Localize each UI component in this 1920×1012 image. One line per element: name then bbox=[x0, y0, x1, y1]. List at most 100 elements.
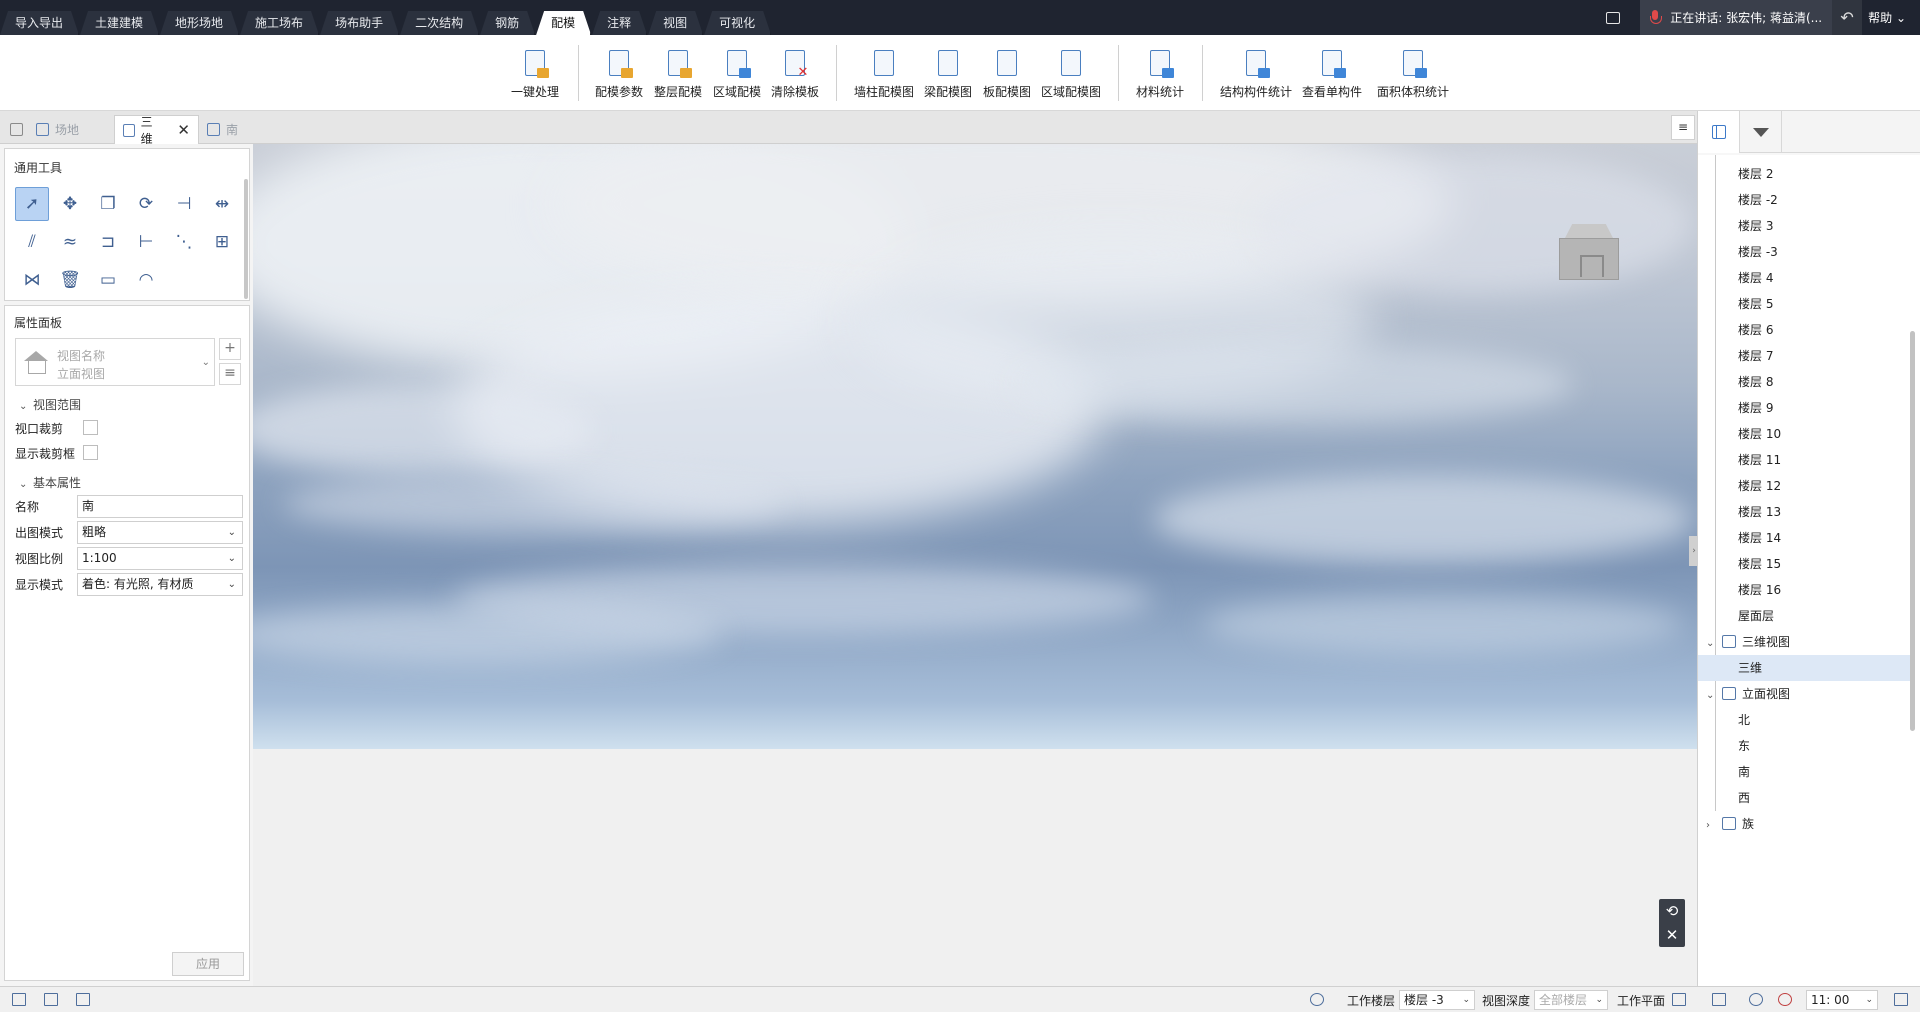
grid-icon[interactable] bbox=[44, 993, 58, 1006]
ribbon-wall-column-drawing-button[interactable]: 墙柱配模图 bbox=[854, 49, 914, 100]
tree-item-floor[interactable]: 楼层 -3 bbox=[1698, 239, 1906, 265]
tree-item-elevation[interactable]: 西 bbox=[1698, 785, 1906, 811]
tree-group-3d-views[interactable]: ⌄ 三维视图 bbox=[1698, 629, 1906, 655]
menu-tab-rebar[interactable]: 钢筋 bbox=[480, 11, 535, 35]
view-type-selector[interactable]: 视图名称 立面视图 ⌄ bbox=[15, 338, 215, 386]
tab-site[interactable]: 场地 bbox=[28, 115, 116, 144]
add-icon[interactable]: + bbox=[219, 338, 241, 360]
tree-item-floor[interactable]: 楼层 12 bbox=[1698, 473, 1906, 499]
work-floor-select[interactable]: 楼层 -3 ⌄ bbox=[1399, 990, 1475, 1010]
show-crop-checkbox[interactable] bbox=[83, 445, 98, 460]
menu-tab-layout-assistant[interactable]: 场布助手 bbox=[320, 11, 399, 35]
list-icon[interactable]: ≡ bbox=[219, 363, 241, 385]
name-field[interactable]: 南 bbox=[77, 495, 243, 518]
tiles-icon[interactable] bbox=[76, 993, 90, 1006]
view-depth-select[interactable]: 全部楼层 ⌄ bbox=[1534, 990, 1608, 1010]
panel-toggle-button[interactable] bbox=[1698, 111, 1740, 153]
tree-item-elevation[interactable]: 东 bbox=[1698, 733, 1906, 759]
trim-icon[interactable]: ⊐ bbox=[91, 225, 125, 259]
ribbon-beam-drawing-button[interactable]: 梁配模图 bbox=[924, 49, 972, 100]
tree-item-3d[interactable]: 三维 bbox=[1698, 655, 1910, 681]
group-basic-properties[interactable]: ⌄ 基本属性 bbox=[19, 474, 81, 491]
ribbon-area-volume-button[interactable]: 面积体积统计 bbox=[1377, 49, 1449, 100]
tree-item-floor[interactable]: 楼层 8 bbox=[1698, 369, 1906, 395]
ribbon-structure-stats-button[interactable]: 结构构件统计 bbox=[1220, 49, 1292, 100]
stretch-icon[interactable]: ≈ bbox=[53, 225, 87, 259]
ribbon-view-component-button[interactable]: 查看单构件 bbox=[1302, 49, 1362, 100]
ribbon-params-button[interactable]: 配模参数 bbox=[595, 49, 643, 100]
work-plane-icon[interactable] bbox=[1672, 993, 1686, 1006]
tree-scrollbar[interactable] bbox=[1910, 331, 1915, 731]
ribbon-one-click-button[interactable]: 一键处理 bbox=[511, 49, 559, 100]
scale-select[interactable]: 1:100 ⌄ bbox=[77, 547, 243, 570]
group-view-range[interactable]: ⌄ 视图范围 bbox=[19, 396, 81, 413]
settings-icon[interactable] bbox=[1712, 993, 1726, 1006]
menu-tab-view[interactable]: 视图 bbox=[648, 11, 703, 35]
ribbon-area-formwork-button[interactable]: 区域配模 bbox=[713, 49, 761, 100]
3d-viewport[interactable]: › ⟲ ✕ bbox=[253, 144, 1699, 986]
view-cube[interactable] bbox=[1557, 224, 1621, 282]
ribbon-area-drawing-button[interactable]: 区域配模图 bbox=[1041, 49, 1101, 100]
reset-view-icon[interactable]: ⟲ bbox=[1659, 899, 1685, 923]
ribbon-floor-formwork-button[interactable]: 整层配模 bbox=[654, 49, 702, 100]
tree-item-floor[interactable]: 楼层 4 bbox=[1698, 265, 1906, 291]
tree-item-floor[interactable]: 楼层 5 bbox=[1698, 291, 1906, 317]
window-icon[interactable] bbox=[1606, 11, 1621, 24]
menu-tab-civil-modeling[interactable]: 土建建模 bbox=[80, 11, 159, 35]
cube-icon[interactable] bbox=[1894, 993, 1908, 1006]
tree-item-floor[interactable]: 楼层 2 bbox=[1698, 161, 1906, 187]
tree-item-elevation[interactable]: 南 bbox=[1698, 759, 1906, 785]
menu-tab-formwork[interactable]: 配模 bbox=[536, 11, 591, 35]
tree-group-elevations[interactable]: ⌄ 立面视图 bbox=[1698, 681, 1906, 707]
close-icon[interactable]: ✕ bbox=[1659, 923, 1685, 947]
tree-item-floor[interactable]: 楼层 14 bbox=[1698, 525, 1906, 551]
menu-tab-site-layout[interactable]: 施工场布 bbox=[240, 11, 319, 35]
break-icon[interactable]: ⋱ bbox=[167, 225, 201, 259]
measure-icon[interactable]: ▭ bbox=[91, 263, 125, 297]
offset-icon[interactable]: ⫽ bbox=[15, 225, 49, 259]
crop-checkbox[interactable] bbox=[83, 420, 98, 435]
shadow-icon[interactable] bbox=[1778, 993, 1792, 1006]
ribbon-slab-drawing-button[interactable]: 板配模图 bbox=[983, 49, 1031, 100]
extend-icon[interactable]: ⊢ bbox=[129, 225, 163, 259]
output-mode-select[interactable]: 粗略 ⌄ bbox=[77, 521, 243, 544]
ribbon-material-stats-button[interactable]: 材料统计 bbox=[1136, 49, 1184, 100]
tree-item-floor[interactable]: 楼层 16 bbox=[1698, 577, 1906, 603]
angle-icon[interactable]: ◠ bbox=[129, 263, 163, 297]
copy-icon[interactable]: ❐ bbox=[91, 187, 125, 221]
tree-item-floor[interactable]: 楼层 3 bbox=[1698, 213, 1906, 239]
menu-tab-terrain[interactable]: 地形场地 bbox=[160, 11, 239, 35]
tree-item-floor[interactable]: 楼层 -2 bbox=[1698, 187, 1906, 213]
ribbon-clear-formwork-button[interactable]: ✕ 清除模板 bbox=[771, 49, 819, 100]
select-icon[interactable]: ➚ bbox=[15, 187, 49, 221]
array-icon[interactable]: ⊞ bbox=[205, 225, 239, 259]
tree-item-floor[interactable]: 楼层 6 bbox=[1698, 317, 1906, 343]
layout-icon[interactable] bbox=[12, 993, 26, 1006]
menu-tab-visualization[interactable]: 可视化 bbox=[704, 11, 771, 35]
tab-pin-icon[interactable] bbox=[2, 115, 31, 144]
close-icon[interactable]: ✕ bbox=[177, 121, 190, 139]
tree-item-floor[interactable]: 楼层 13 bbox=[1698, 499, 1906, 525]
tree-group-family[interactable]: › 族 bbox=[1698, 811, 1906, 837]
undo-icon[interactable]: ↶ bbox=[1832, 0, 1863, 35]
tab-south[interactable]: 南 bbox=[199, 115, 269, 144]
split-icon[interactable]: ⇹ bbox=[205, 187, 239, 221]
zoom-fit-icon[interactable] bbox=[1310, 993, 1324, 1006]
move-icon[interactable]: ✥ bbox=[53, 187, 87, 221]
tree-item-floor[interactable]: 屋面层 bbox=[1698, 603, 1906, 629]
help-menu[interactable]: 帮助 ⌄ bbox=[1862, 9, 1920, 26]
filter-button[interactable] bbox=[1740, 111, 1782, 153]
time-select[interactable]: 11: 00 ⌄ bbox=[1806, 990, 1878, 1010]
align-icon[interactable]: ⊣ bbox=[167, 187, 201, 221]
tree-item-floor[interactable]: 楼层 15 bbox=[1698, 551, 1906, 577]
menu-tab-annotation[interactable]: 注释 bbox=[592, 11, 647, 35]
display-mode-select[interactable]: 着色: 有光照, 有材质 ⌄ bbox=[77, 573, 243, 596]
apply-button[interactable]: 应用 bbox=[172, 952, 244, 976]
tree-item-floor[interactable]: 楼层 9 bbox=[1698, 395, 1906, 421]
tree-item-elevation[interactable]: 北 bbox=[1698, 707, 1906, 733]
mirror-icon[interactable]: ⋈ bbox=[15, 263, 49, 297]
tree-item-floor[interactable]: 楼层 11 bbox=[1698, 447, 1906, 473]
tree-item-floor[interactable]: 楼层 7 bbox=[1698, 343, 1906, 369]
tab-3d[interactable]: 三维 ✕ bbox=[114, 115, 199, 146]
rotate-icon[interactable]: ⟳ bbox=[129, 187, 163, 221]
